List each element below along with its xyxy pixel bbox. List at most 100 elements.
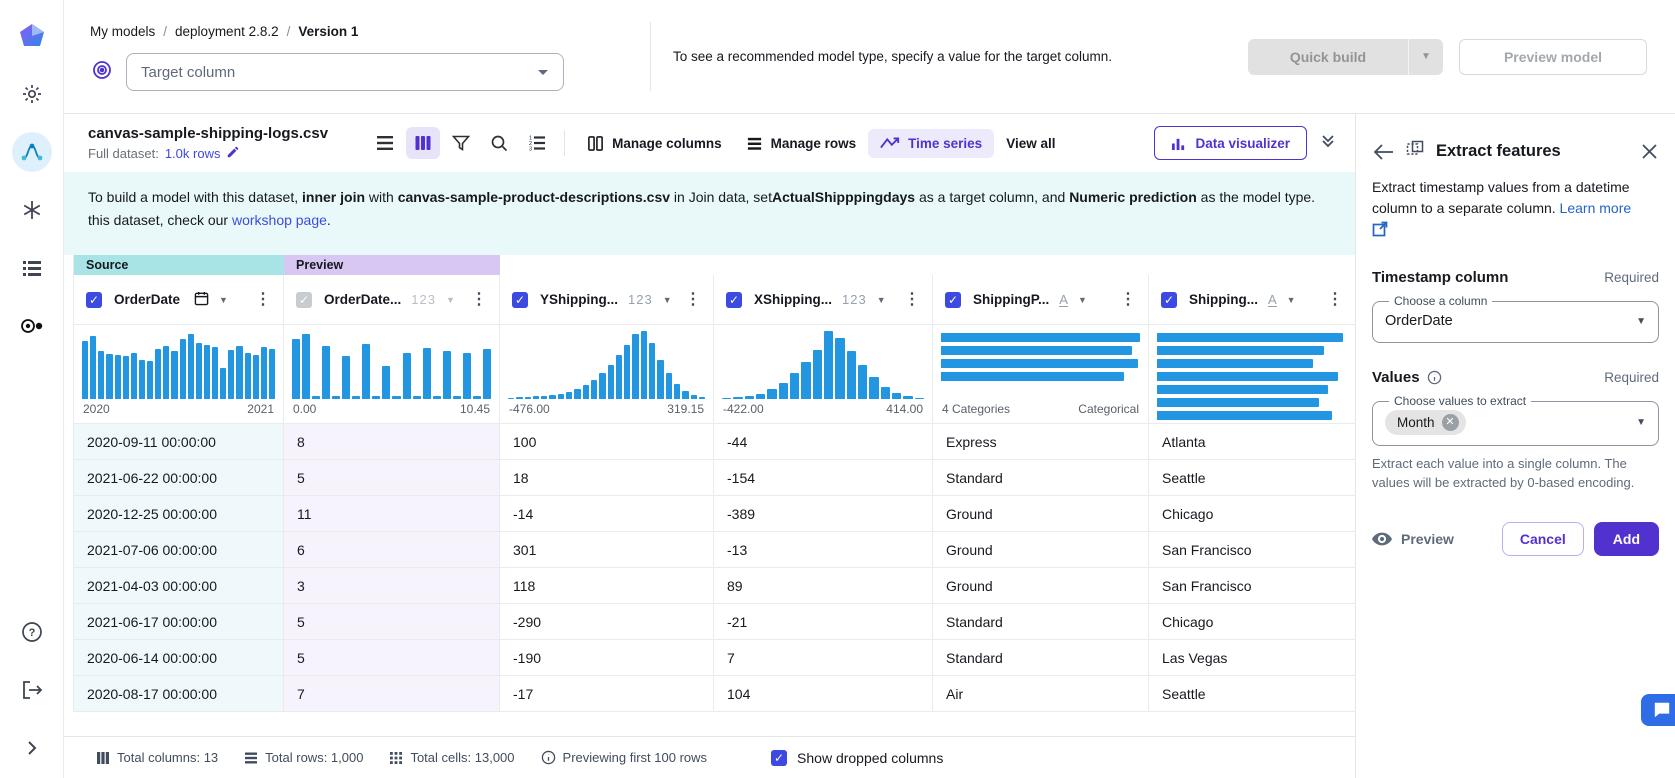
histogram	[933, 325, 1148, 399]
histogram-bar	[123, 356, 129, 399]
ordered-list-icon[interactable]: 123	[520, 127, 554, 159]
remove-chip-icon[interactable]: ✕	[1442, 414, 1459, 431]
breadcrumb-version: Version 1	[298, 24, 358, 39]
breadcrumb-deployment[interactable]: deployment 2.8.2	[175, 24, 279, 39]
column-checkbox-disabled: ✓	[296, 292, 312, 308]
show-dropped-checkbox[interactable]: ✓	[771, 750, 787, 766]
column-checkbox[interactable]: ✓	[945, 292, 961, 308]
filter-icon[interactable]	[444, 127, 478, 159]
chevron-down-icon[interactable]: ▼	[1078, 295, 1087, 305]
histogram-bar	[824, 331, 833, 399]
manage-rows-button[interactable]: Manage rows	[734, 128, 869, 159]
build-nav-icon[interactable]	[12, 74, 52, 114]
chevron-down-icon[interactable]: ▼	[877, 295, 886, 305]
add-button[interactable]: Add	[1594, 522, 1659, 556]
quick-build-caret-icon[interactable]: ▼	[1409, 39, 1443, 75]
chevron-down-icon[interactable]: ▼	[663, 295, 672, 305]
month-chip-label: Month	[1397, 415, 1435, 430]
kebab-menu-icon[interactable]: ⋮	[1325, 292, 1345, 308]
kebab-menu-icon[interactable]: ⋮	[469, 292, 489, 308]
time-series-button[interactable]: Time series	[868, 129, 994, 158]
view-all-button[interactable]: View all	[994, 129, 1067, 158]
histogram-bar	[566, 392, 572, 399]
banner-text-segment: .	[327, 212, 331, 228]
breadcrumb-my-models[interactable]: My models	[90, 24, 155, 39]
quick-build-button[interactable]: Quick build ▼	[1248, 39, 1443, 75]
column-view-icon[interactable]	[406, 127, 440, 159]
timestamp-field-header: Timestamp column Required	[1372, 269, 1659, 286]
kebab-menu-icon[interactable]: ⋮	[902, 292, 922, 308]
chevron-down-icon[interactable]: ▼	[1287, 295, 1296, 305]
rows-count-link[interactable]: 1.0k rows	[165, 146, 221, 161]
time-series-label: Time series	[908, 136, 982, 151]
histogram-bar	[941, 346, 1132, 355]
panel-actions: Preview Cancel Add	[1372, 522, 1659, 556]
info-icon[interactable]	[1427, 370, 1442, 385]
column-checkbox[interactable]: ✓	[1161, 292, 1177, 308]
column-checkbox[interactable]: ✓	[512, 292, 528, 308]
main-area: My models / deployment 2.8.2 / Version 1	[64, 0, 1675, 778]
close-icon[interactable]	[1640, 142, 1659, 161]
data-visualizer-label: Data visualizer	[1195, 136, 1290, 151]
table-cell: -290	[500, 604, 714, 640]
histogram	[500, 325, 713, 399]
back-arrow-icon[interactable]	[1372, 142, 1396, 162]
histogram-cell: 2020 2021	[74, 325, 284, 424]
manage-columns-button[interactable]: Manage columns	[575, 128, 734, 159]
kebab-menu-icon[interactable]: ⋮	[683, 292, 703, 308]
kebab-menu-icon[interactable]: ⋮	[1118, 292, 1138, 308]
table-cell: 6	[284, 532, 500, 568]
workshop-page-link[interactable]: workshop page	[232, 212, 327, 228]
kebab-menu-icon[interactable]: ⋮	[253, 292, 273, 308]
breadcrumb-separator: /	[163, 24, 167, 39]
help-nav-icon[interactable]: ?	[12, 612, 52, 652]
dataset-section: canvas-sample-shipping-logs.csv Full dat…	[64, 114, 1355, 778]
chevron-down-icon[interactable]: ▼	[446, 295, 455, 305]
expand-sidebar-icon[interactable]	[12, 728, 52, 768]
numeric-type-label: 123	[628, 292, 653, 307]
choose-values-legend: Choose values to extract	[1389, 394, 1531, 408]
target-column-select[interactable]: Target column	[126, 53, 564, 91]
choose-values-select[interactable]: Choose values to extract Month ✕ ▼	[1372, 394, 1659, 446]
chat-widget-button[interactable]	[1641, 694, 1675, 726]
column-checkbox[interactable]: ✓	[86, 292, 102, 308]
edit-pencil-icon[interactable]	[226, 145, 240, 162]
histogram-bar	[641, 331, 647, 399]
predictions-nav-icon[interactable]	[12, 306, 52, 346]
search-icon[interactable]	[482, 127, 516, 159]
total-rows-stat: Total rows: 1,000	[244, 750, 363, 765]
total-rows-text: Total rows: 1,000	[265, 750, 363, 765]
table-cell: Seattle	[1149, 676, 1355, 712]
row-view-icon[interactable]	[368, 127, 402, 159]
preview-model-button[interactable]: Preview model	[1459, 39, 1647, 75]
band-empty	[500, 255, 714, 275]
datasets-nav-icon[interactable]	[12, 248, 52, 288]
canvas-logo-icon	[12, 16, 52, 56]
chevron-down-icon[interactable]: ▼	[219, 295, 228, 305]
column-name: XShipping...	[754, 292, 832, 307]
data-visualizer-button[interactable]: Data visualizer	[1154, 126, 1307, 160]
logout-nav-icon[interactable]	[12, 670, 52, 710]
automations-nav-icon[interactable]	[12, 190, 52, 230]
quick-build-label: Quick build	[1248, 39, 1408, 75]
my-models-nav-icon[interactable]	[12, 132, 52, 172]
histogram-bar	[261, 347, 267, 399]
extract-features-panel: Extract features Extract timestamp value…	[1355, 114, 1675, 778]
show-dropped-columns-toggle[interactable]: ✓ Show dropped columns	[771, 750, 943, 766]
learn-more-link[interactable]: Learn more	[1560, 200, 1632, 216]
preview-toggle[interactable]: Preview	[1372, 531, 1454, 547]
choose-column-select[interactable]: Choose a column OrderDate ▼	[1372, 294, 1659, 343]
manage-columns-label: Manage columns	[612, 136, 722, 151]
table-cell: -17	[500, 676, 714, 712]
histogram-bar	[362, 344, 370, 399]
histogram-bar	[163, 346, 169, 399]
histogram-bar	[1157, 385, 1328, 394]
external-link-icon[interactable]	[1372, 221, 1659, 243]
cancel-button[interactable]: Cancel	[1502, 522, 1584, 556]
column-header-yshipping: ✓ YShipping... 123 ▼ ⋮	[500, 275, 714, 325]
eye-icon	[1372, 532, 1392, 546]
column-checkbox[interactable]: ✓	[726, 292, 742, 308]
histogram-bar	[847, 351, 856, 399]
collapse-toolbar-icon[interactable]	[1321, 133, 1335, 154]
show-dropped-label: Show dropped columns	[797, 750, 943, 766]
